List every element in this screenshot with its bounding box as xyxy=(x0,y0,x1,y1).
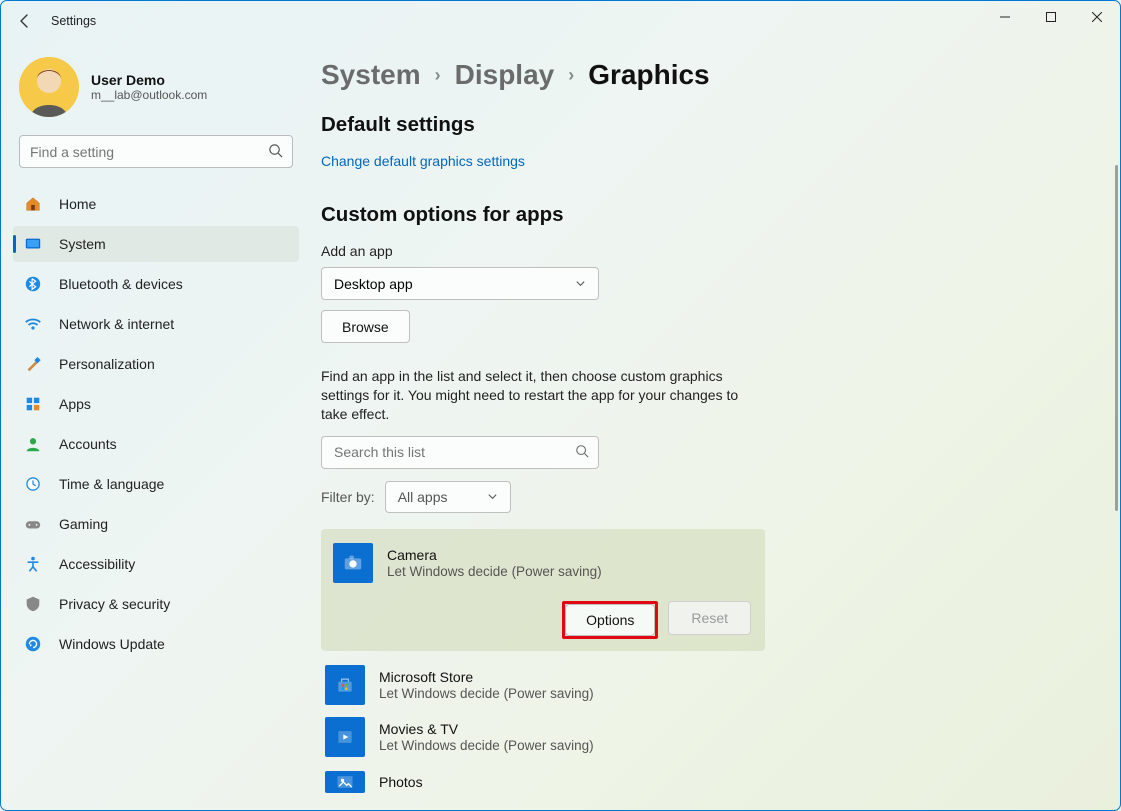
sidebar-item-network[interactable]: Network & internet xyxy=(13,306,299,342)
app-name: Movies & TV xyxy=(379,720,594,738)
minimize-button[interactable] xyxy=(982,1,1028,33)
maximize-button[interactable] xyxy=(1028,1,1074,33)
system-icon xyxy=(23,234,43,254)
highlight-options: Options xyxy=(562,601,658,639)
sidebar-item-label: Privacy & security xyxy=(59,596,170,612)
wifi-icon xyxy=(23,314,43,334)
app-row-movies[interactable]: Movies & TV Let Windows decide (Power sa… xyxy=(321,711,765,763)
filter-label: Filter by: xyxy=(321,489,375,505)
filter-value: All apps xyxy=(398,489,448,505)
apps-icon xyxy=(23,394,43,414)
browse-button[interactable]: Browse xyxy=(321,310,410,343)
sidebar-item-update[interactable]: Windows Update xyxy=(13,626,299,662)
filter-select[interactable]: All apps xyxy=(385,481,511,513)
list-search-input[interactable] xyxy=(321,436,599,469)
app-card-camera[interactable]: Camera Let Windows decide (Power saving)… xyxy=(321,529,765,651)
shield-icon xyxy=(23,594,43,614)
main-content: System › Display › Graphics Default sett… xyxy=(309,41,1120,810)
sidebar-item-apps[interactable]: Apps xyxy=(13,386,299,422)
camera-icon xyxy=(333,543,373,583)
sidebar-item-gaming[interactable]: Gaming xyxy=(13,506,299,542)
sidebar: User Demo m__lab@outlook.com Home System… xyxy=(1,41,309,810)
gamepad-icon xyxy=(23,514,43,534)
brush-icon xyxy=(23,354,43,374)
sidebar-item-label: System xyxy=(59,236,106,252)
breadcrumb-system[interactable]: System xyxy=(321,59,421,91)
chevron-down-icon xyxy=(487,491,498,502)
app-name: Camera xyxy=(387,546,602,564)
chevron-right-icon: › xyxy=(568,65,574,86)
custom-options-heading: Custom options for apps xyxy=(321,203,1100,227)
sidebar-item-label: Bluetooth & devices xyxy=(59,276,183,292)
sidebar-item-accounts[interactable]: Accounts xyxy=(13,426,299,462)
search-icon xyxy=(268,143,283,163)
bluetooth-icon xyxy=(23,274,43,294)
sidebar-item-label: Apps xyxy=(59,396,91,412)
update-icon xyxy=(23,634,43,654)
sidebar-item-label: Accessibility xyxy=(59,556,135,572)
reset-button: Reset xyxy=(668,601,751,635)
sidebar-item-time[interactable]: Time & language xyxy=(13,466,299,502)
person-icon xyxy=(23,434,43,454)
title-bar: Settings xyxy=(1,1,1120,41)
home-icon xyxy=(23,194,43,214)
window-controls xyxy=(982,1,1120,33)
search-input[interactable] xyxy=(19,135,293,168)
add-app-label: Add an app xyxy=(321,243,1100,259)
sidebar-item-label: Gaming xyxy=(59,516,108,532)
app-row[interactable]: Camera Let Windows decide (Power saving) xyxy=(331,539,755,587)
search-icon xyxy=(575,444,589,463)
sidebar-item-system[interactable]: System xyxy=(13,226,299,262)
app-type-value: Desktop app xyxy=(334,276,413,292)
app-row-store[interactable]: Microsoft Store Let Windows decide (Powe… xyxy=(321,659,765,711)
breadcrumb-current: Graphics xyxy=(588,59,709,91)
chevron-down-icon xyxy=(575,278,586,289)
sidebar-item-accessibility[interactable]: Accessibility xyxy=(13,546,299,582)
profile-block[interactable]: User Demo m__lab@outlook.com xyxy=(7,53,299,135)
breadcrumb-display[interactable]: Display xyxy=(455,59,555,91)
window-title: Settings xyxy=(51,14,96,28)
sidebar-item-privacy[interactable]: Privacy & security xyxy=(13,586,299,622)
sidebar-item-label: Home xyxy=(59,196,96,212)
app-sub: Let Windows decide (Power saving) xyxy=(379,738,594,753)
default-settings-heading: Default settings xyxy=(321,113,1100,137)
store-icon xyxy=(325,665,365,705)
sidebar-item-home[interactable]: Home xyxy=(13,186,299,222)
back-button[interactable] xyxy=(15,11,35,31)
sidebar-item-label: Windows Update xyxy=(59,636,165,652)
sidebar-item-personalization[interactable]: Personalization xyxy=(13,346,299,382)
scrollbar-thumb[interactable] xyxy=(1115,165,1118,511)
app-name: Microsoft Store xyxy=(379,668,594,686)
breadcrumb: System › Display › Graphics xyxy=(321,59,1100,91)
sidebar-item-label: Network & internet xyxy=(59,316,174,332)
change-defaults-link[interactable]: Change default graphics settings xyxy=(321,153,525,169)
sidebar-item-label: Accounts xyxy=(59,436,117,452)
avatar xyxy=(19,57,79,117)
clock-icon xyxy=(23,474,43,494)
app-type-select[interactable]: Desktop app xyxy=(321,267,599,300)
nav: Home System Bluetooth & devices Network … xyxy=(7,186,299,662)
close-button[interactable] xyxy=(1074,1,1120,33)
profile-name: User Demo xyxy=(91,72,207,88)
accessibility-icon xyxy=(23,554,43,574)
profile-email: m__lab@outlook.com xyxy=(91,88,207,102)
photos-icon xyxy=(325,771,365,793)
app-row-photos[interactable]: Photos xyxy=(321,765,765,799)
sidebar-item-bluetooth[interactable]: Bluetooth & devices xyxy=(13,266,299,302)
movies-icon xyxy=(325,717,365,757)
chevron-right-icon: › xyxy=(435,65,441,86)
app-sub: Let Windows decide (Power saving) xyxy=(379,686,594,701)
options-button[interactable]: Options xyxy=(565,604,655,636)
app-name: Photos xyxy=(379,773,423,791)
app-sub: Let Windows decide (Power saving) xyxy=(387,564,602,579)
sidebar-item-label: Time & language xyxy=(59,476,164,492)
sidebar-item-label: Personalization xyxy=(59,356,155,372)
description-text: Find an app in the list and select it, t… xyxy=(321,367,751,424)
